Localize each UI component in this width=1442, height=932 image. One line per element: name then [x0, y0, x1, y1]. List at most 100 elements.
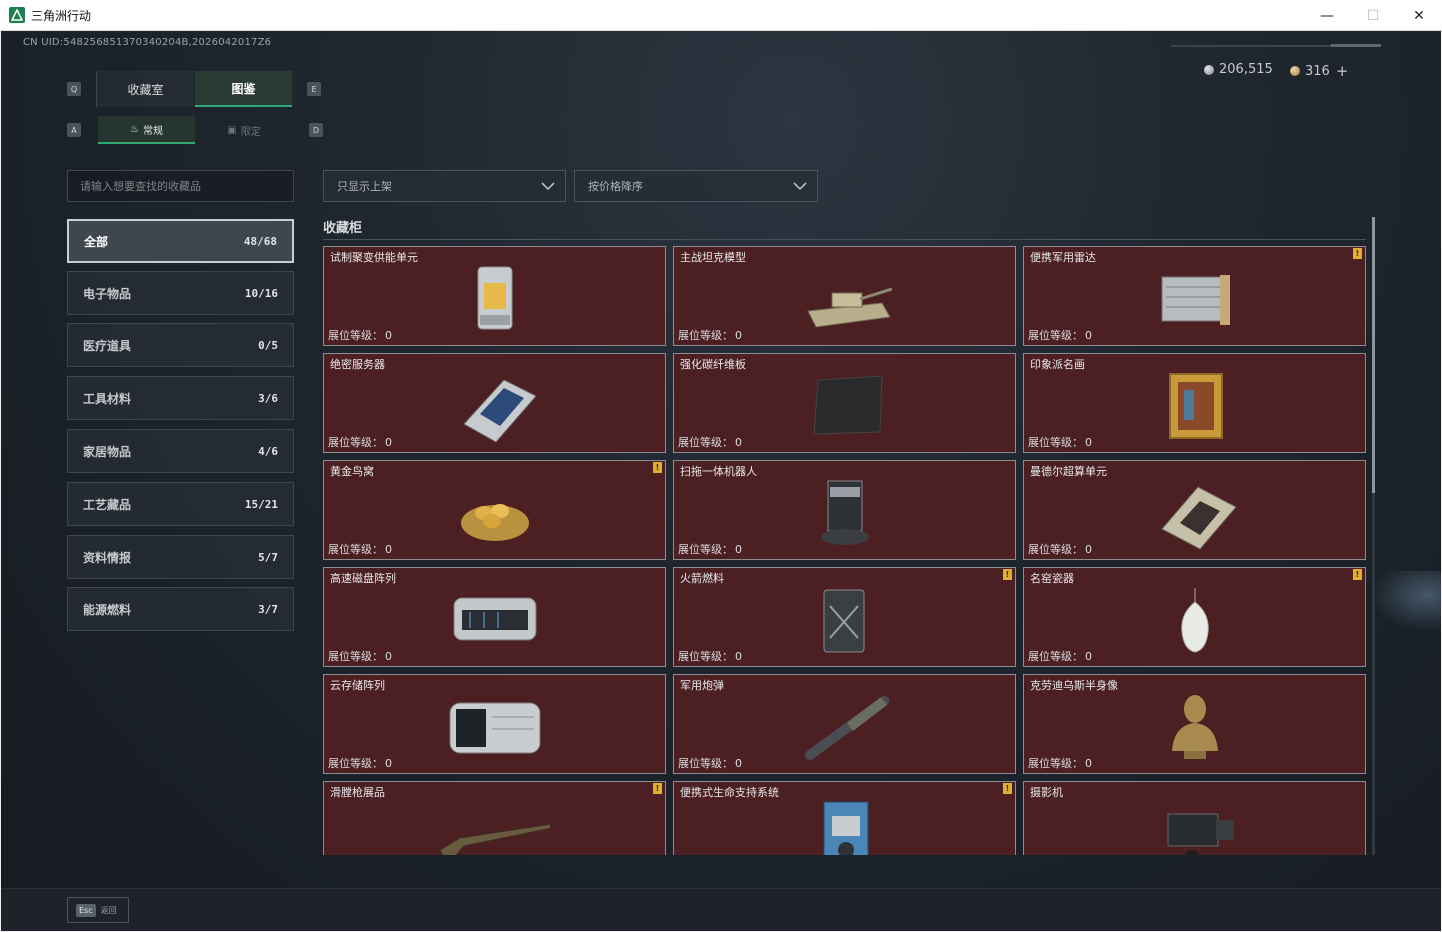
category-label: 医疗道具 [83, 338, 132, 353]
category-item[interactable]: 家居物品 4/6 [67, 429, 294, 473]
collection-card[interactable]: 滑膛枪展品! [323, 781, 666, 855]
booth-level-value: 0 [1085, 543, 1092, 556]
shelf-filter-dropdown[interactable]: 只显示上架 [323, 170, 566, 202]
item-name: 绝密服务器 [330, 358, 385, 371]
category-item[interactable]: 能源燃料 3/7 [67, 587, 294, 631]
booth-level-label: 展位等级： [1028, 650, 1083, 663]
booth-level: 展位等级： 0 [1028, 648, 1092, 664]
booth-level: 展位等级： 0 [678, 434, 742, 450]
tab-catalog[interactable]: 图鉴 [195, 71, 292, 107]
close-button[interactable]: ✕ [1396, 0, 1442, 31]
category-item[interactable]: 资料情报 5/7 [67, 535, 294, 579]
scrollbar-thumb[interactable] [1372, 217, 1375, 493]
booth-level: 展位等级： 0 [1028, 755, 1092, 771]
sort-dropdown[interactable]: 按价格降序 [574, 170, 818, 202]
category-count: 4/6 [258, 444, 278, 458]
booth-level-value: 0 [1085, 329, 1092, 342]
category-count: 48/68 [243, 234, 277, 248]
gold-amount: 316 [1305, 63, 1330, 79]
search-input[interactable]: 请输入想要查找的收藏品 [67, 170, 294, 202]
section-divider [323, 239, 1366, 240]
category-item[interactable]: 工具材料 3/6 [67, 376, 294, 420]
esc-key-icon: Esc [76, 903, 96, 917]
alert-badge: ! [1353, 248, 1362, 259]
flame-icon: ♨ [130, 123, 139, 135]
app-logo-icon [9, 7, 25, 23]
booth-level: 展位等级： 0 [1028, 434, 1092, 450]
back-button[interactable]: Esc 返回 [67, 897, 129, 923]
category-item[interactable]: 全部 48/68 [67, 219, 294, 263]
booth-level: 展位等级： 0 [678, 541, 742, 557]
collection-card[interactable]: 主战坦克模型 展位等级： 0 [673, 246, 1016, 346]
item-name: 便携军用雷达 [1030, 251, 1096, 264]
collection-card[interactable]: 绝密服务器 展位等级： 0 [323, 353, 666, 453]
silver-currency: 206,515 [1204, 62, 1273, 77]
booth-level-label: 展位等级： [328, 650, 383, 663]
key-e-hint: E [307, 82, 321, 96]
item-name: 主战坦克模型 [680, 251, 746, 264]
item-name: 名窑瓷器 [1030, 572, 1074, 585]
subtab-regular[interactable]: ♨ 常规 [98, 116, 195, 144]
booth-level-value: 0 [1085, 757, 1092, 770]
category-count: 3/7 [258, 602, 278, 616]
minimize-button[interactable]: — [1304, 0, 1350, 31]
booth-level-value: 0 [735, 650, 742, 663]
category-label: 工具材料 [83, 391, 132, 406]
background-glow [1371, 571, 1441, 631]
category-label: 电子物品 [83, 286, 132, 301]
booth-level-label: 展位等级： [328, 329, 383, 342]
section-title: 收藏柜 [323, 221, 363, 236]
add-currency-button[interactable]: + [1336, 62, 1349, 80]
collection-card[interactable]: 高速磁盘阵列 展位等级： 0 [323, 567, 666, 667]
collection-card[interactable]: 摄影机 [1023, 781, 1366, 855]
collection-card[interactable]: 便携式生命支持系统! [673, 781, 1016, 855]
collection-card[interactable]: 云存储阵列 展位等级： 0 [323, 674, 666, 774]
window-titlebar: 三角洲行动 — ☐ ✕ [0, 0, 1442, 31]
collection-card[interactable]: 扫拖一体机器人 展位等级： 0 [673, 460, 1016, 560]
collection-card[interactable]: 印象派名画 展位等级： 0 [1023, 353, 1366, 453]
collection-card[interactable]: 火箭燃料! 展位等级： 0 [673, 567, 1016, 667]
collection-grid-viewport: 试制聚变供能单元 展位等级： 0 主战坦克模型 展位等级： 0 便携军用雷达! 展位等级： 0 绝… [323, 246, 1367, 855]
back-label: 返回 [100, 905, 117, 915]
bottom-bar [1, 888, 1441, 931]
subtab-regular-label: 常规 [142, 125, 163, 137]
booth-level-value: 0 [735, 436, 742, 449]
category-item[interactable]: 工艺藏品 15/21 [67, 482, 294, 526]
booth-level-value: 0 [735, 543, 742, 556]
category-item[interactable]: 电子物品 10/16 [67, 271, 294, 315]
category-item[interactable]: 医疗道具 0/5 [67, 323, 294, 367]
item-name: 高速磁盘阵列 [330, 572, 396, 585]
collection-card[interactable]: 便携军用雷达! 展位等级： 0 [1023, 246, 1366, 346]
chevron-down-icon [541, 182, 555, 191]
sort-value: 按价格降序 [588, 180, 643, 193]
collection-grid: 试制聚变供能单元 展位等级： 0 主战坦克模型 展位等级： 0 便携军用雷达! 展位等级： 0 绝… [323, 246, 1367, 855]
booth-level-label: 展位等级： [328, 757, 383, 770]
collection-card[interactable]: 曼德尔超算单元 展位等级： 0 [1023, 460, 1366, 560]
booth-level-label: 展位等级： [678, 543, 733, 556]
collection-card[interactable]: 黄金鸟窝! 展位等级： 0 [323, 460, 666, 560]
key-q-hint: Q [67, 82, 81, 96]
category-label: 工艺藏品 [83, 497, 132, 512]
silver-coin-icon [1204, 64, 1214, 75]
collection-card[interactable]: 强化碳纤维板 展位等级： 0 [673, 353, 1016, 453]
subtab-limited-label: 限定 [240, 126, 261, 138]
subtab-limited[interactable]: ▣ 限定 [196, 116, 292, 144]
tab-collection-room[interactable]: 收藏室 [96, 71, 194, 107]
booth-level-value: 0 [385, 650, 392, 663]
item-name: 滑膛枪展品 [330, 786, 385, 799]
booth-level: 展位等级： 0 [328, 648, 392, 664]
booth-level-label: 展位等级： [328, 543, 383, 556]
maximize-button[interactable]: ☐ [1350, 0, 1396, 31]
collection-card[interactable]: 试制聚变供能单元 展位等级： 0 [323, 246, 666, 346]
collection-card[interactable]: 克劳迪乌斯半身像 展位等级： 0 [1023, 674, 1366, 774]
booth-level-label: 展位等级： [1028, 436, 1083, 449]
gold-currency[interactable]: 316 + [1290, 62, 1348, 80]
alert-badge: ! [1003, 783, 1012, 794]
item-name: 火箭燃料 [680, 572, 724, 585]
collection-card[interactable]: 军用炮弹 展位等级： 0 [673, 674, 1016, 774]
booth-level: 展位等级： 0 [1028, 327, 1092, 343]
category-count: 15/21 [244, 497, 278, 511]
item-name: 曼德尔超算单元 [1030, 465, 1107, 478]
collection-card[interactable]: 名窑瓷器! 展位等级： 0 [1023, 567, 1366, 667]
booth-level-label: 展位等级： [678, 650, 733, 663]
